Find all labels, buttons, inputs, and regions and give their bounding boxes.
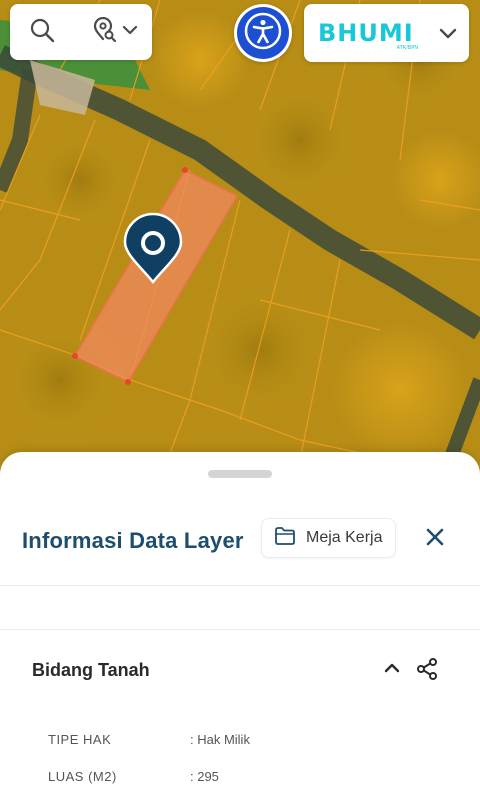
accessibility-person-icon [243,11,283,56]
close-icon [425,527,445,552]
search-icon [29,17,55,48]
attribute-key: TIPE HAK [48,732,112,747]
divider [0,629,480,630]
chevron-up-icon [383,659,401,682]
brand-selector[interactable]: BHUMI ATR/BPN [304,4,469,62]
logo-text: BHUMI [318,19,414,47]
logo-subtext: ATR/BPN [396,45,418,51]
bhumi-logo: BHUMI ATR/BPN [318,13,418,53]
collapse-button[interactable] [380,658,404,682]
sheet-header: Informasi Data Layer Meja Kerja [0,514,480,570]
share-button[interactable] [414,657,440,686]
chevron-down-icon [122,22,138,43]
map-pin-search-icon [92,16,118,48]
section-title: Bidang Tanah [32,660,150,680]
chevron-down-icon [437,22,459,44]
attribute-row-tipe-hak: TIPE HAK : Hak Milik [48,732,448,752]
attribute-value: : Hak Milik [190,732,250,747]
attribute-value: : 295 [190,769,219,784]
drag-handle[interactable] [208,470,272,478]
info-bottom-sheet: Informasi Data Layer Meja Kerja Bidang T… [0,452,480,804]
attribute-row-luas: LUAS (M2) : 295 [48,769,448,789]
divider [0,585,480,586]
search-button[interactable] [22,12,62,52]
attribute-key: LUAS (M2) [48,769,117,784]
accessibility-button[interactable] [234,4,292,62]
map-view[interactable] [0,0,480,480]
map-canvas[interactable] [0,0,480,480]
map-toolbar [10,4,152,60]
panel-title: Informasi Data Layer [22,528,244,553]
workspace-button-label: Meja Kerja [306,529,383,546]
workspace-button[interactable]: Meja Kerja [261,518,396,558]
share-icon [415,657,439,686]
folder-icon [274,526,296,551]
close-button[interactable] [420,524,450,554]
location-search-button[interactable] [92,12,138,52]
